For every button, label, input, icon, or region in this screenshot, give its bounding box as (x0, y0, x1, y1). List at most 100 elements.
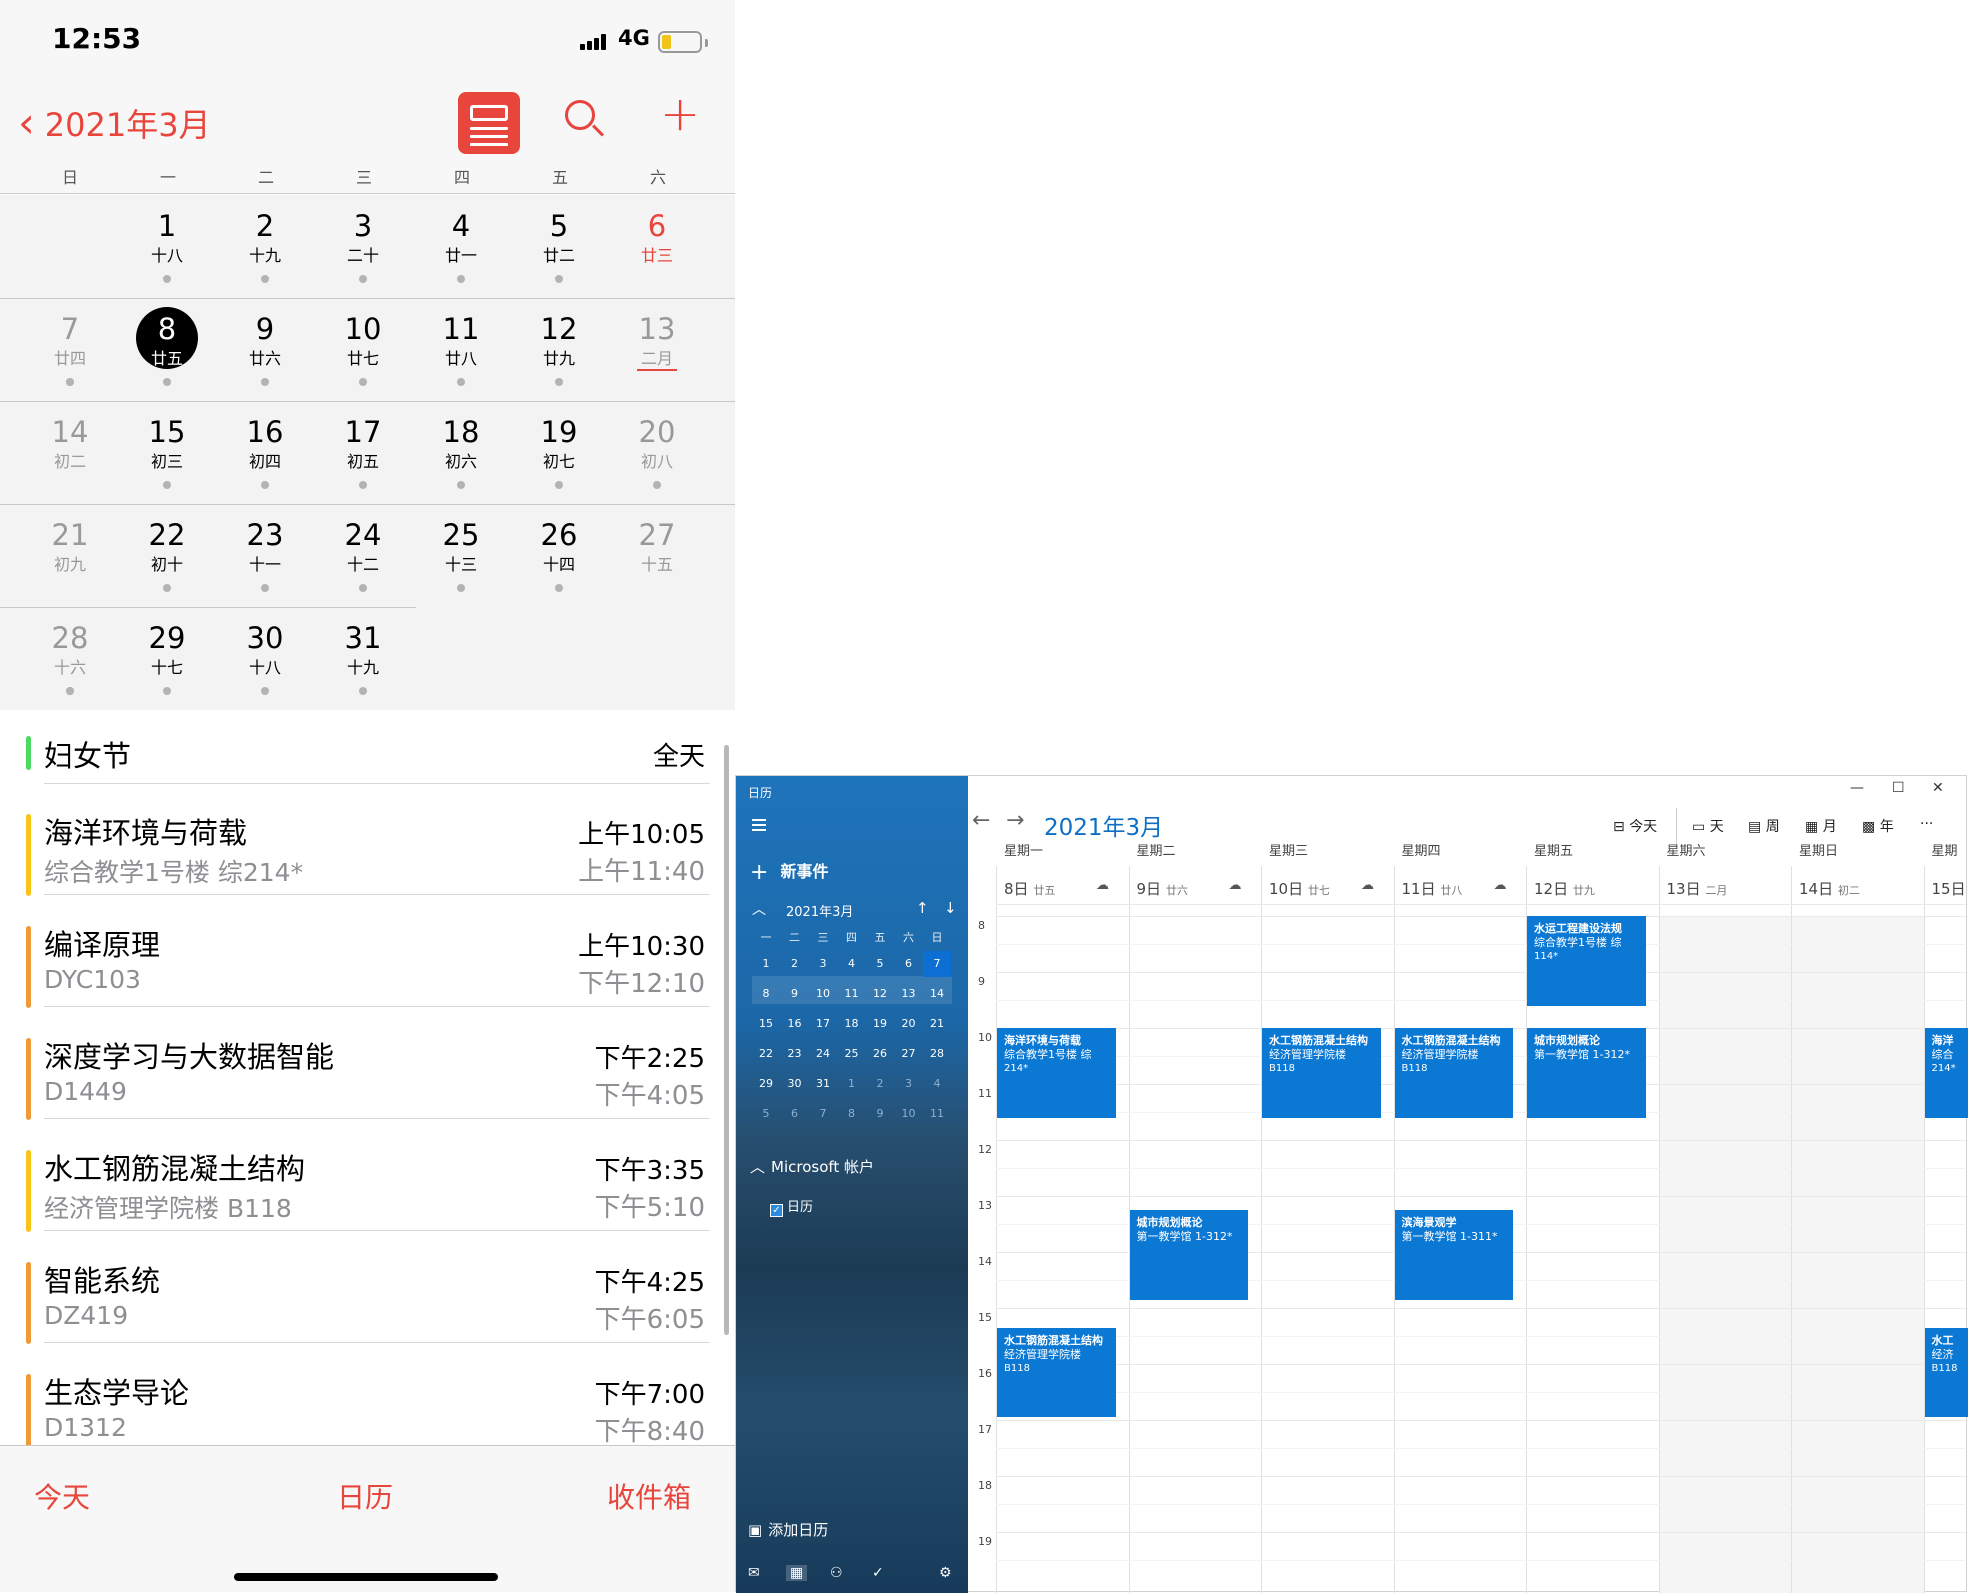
mini-day[interactable]: 29 (752, 1071, 780, 1097)
mini-day[interactable]: 19 (866, 1011, 894, 1037)
mini-day[interactable]: 30 (781, 1071, 809, 1097)
list-view-button[interactable] (458, 92, 520, 154)
day-cell[interactable]: 26 十四 (519, 504, 599, 607)
day-cell[interactable]: 8 廿五 (127, 298, 207, 401)
calendar-event[interactable]: 水工 经济 B118 (1924, 1327, 1968, 1418)
mini-day[interactable]: 27 (895, 1041, 923, 1067)
mini-day[interactable]: 10 (895, 1101, 923, 1127)
day-cell[interactable]: 20 初八 (617, 401, 697, 504)
day-date[interactable]: 10日 廿七 (1269, 878, 1330, 899)
add-calendar-button[interactable]: ▣ 添加日历 (748, 1519, 828, 1540)
day-cell[interactable]: 22 初十 (127, 504, 207, 607)
mini-day[interactable]: 25 (838, 1041, 866, 1067)
mini-day[interactable]: 14 (923, 981, 951, 1007)
mini-day[interactable]: 5 (752, 1101, 780, 1127)
mini-day[interactable]: 11 (923, 1101, 951, 1127)
day-date[interactable]: 15日 (1932, 878, 1966, 899)
people-icon[interactable]: ⚇ (830, 1565, 843, 1581)
mini-day[interactable]: 31 (809, 1071, 837, 1097)
day-cell[interactable]: 25 十三 (421, 504, 501, 607)
scroll-indicator[interactable] (724, 745, 729, 1335)
day-cell[interactable]: 10 廿七 (323, 298, 403, 401)
more-button[interactable]: ··· (1920, 816, 1933, 832)
arrow-up-icon[interactable]: ↑ (916, 899, 929, 917)
day-cell[interactable]: 2 十九 (225, 195, 305, 298)
day-cell[interactable]: 30 十八 (225, 607, 305, 710)
event-row[interactable]: 深度学习与大数据智能 D1449 下午2:25 下午4:05 (26, 1034, 710, 1124)
mini-day[interactable]: 22 (752, 1041, 780, 1067)
mini-day[interactable]: 3 (809, 951, 837, 977)
mini-day[interactable]: 2 (781, 951, 809, 977)
mini-day[interactable]: 28 (923, 1041, 951, 1067)
week-view-button[interactable]: ▤ 周 (1748, 816, 1780, 836)
calendar-event[interactable]: 水工钢筋混凝土结构 经济管理学院楼 B118 (997, 1327, 1116, 1418)
event-row[interactable]: 水工钢筋混凝土结构 经济管理学院楼 B118 下午3:35 下午5:10 (26, 1146, 710, 1236)
tab-calendar[interactable]: 日历 (337, 1476, 393, 1516)
chevron-up-icon[interactable]: ︿ (752, 899, 766, 919)
mini-day[interactable]: 9 (781, 981, 809, 1007)
back-button[interactable]: ‹ 2021年3月 (18, 100, 211, 146)
mini-day[interactable]: 4 (923, 1071, 951, 1097)
mini-day[interactable]: 18 (838, 1011, 866, 1037)
mini-day[interactable]: 23 (781, 1041, 809, 1067)
add-event-button[interactable]: + (660, 90, 700, 138)
mini-day[interactable]: 3 (895, 1071, 923, 1097)
event-row[interactable]: 海洋环境与荷载 综合教学1号楼 综214* 上午10:05 上午11:40 (26, 810, 710, 900)
mini-day[interactable]: 4 (838, 951, 866, 977)
new-event-button[interactable]: + 新事件 (750, 858, 828, 885)
day-view-button[interactable]: ▭ 天 (1692, 816, 1724, 836)
day-cell[interactable]: 21 初九 (30, 504, 110, 607)
day-cell[interactable]: 16 初四 (225, 401, 305, 504)
day-cell[interactable]: 15 初三 (127, 401, 207, 504)
maximize-button[interactable]: ☐ (1892, 780, 1905, 796)
mini-day[interactable]: 26 (866, 1041, 894, 1067)
mini-day[interactable]: 1 (752, 951, 780, 977)
day-cell[interactable]: 1 十八 (127, 195, 207, 298)
day-date[interactable]: 12日 廿九 (1534, 878, 1595, 899)
mail-icon[interactable]: ✉ (748, 1565, 760, 1581)
day-cell[interactable]: 24 十二 (323, 504, 403, 607)
day-cell[interactable]: 27 十五 (617, 504, 697, 607)
tab-inbox[interactable]: 收件箱 (607, 1476, 691, 1516)
mini-day[interactable]: 6 (781, 1101, 809, 1127)
calendar-event[interactable]: 水运工程建设法规 综合教学1号楼 综 114* (1527, 916, 1646, 1006)
mini-day[interactable]: 20 (895, 1011, 923, 1037)
day-cell[interactable]: 3 二十 (323, 195, 403, 298)
mini-day[interactable]: 9 (866, 1101, 894, 1127)
calendar-event[interactable]: 城市规划概论 第一教学馆 1-312* (1129, 1210, 1248, 1300)
account-header[interactable]: ︿ Microsoft 帐户 (750, 1156, 874, 1177)
day-cell[interactable]: 31 十九 (323, 607, 403, 710)
mini-day[interactable]: 2 (866, 1071, 894, 1097)
arrow-down-icon[interactable]: ↓ (944, 899, 957, 917)
mini-day[interactable]: 6 (895, 951, 923, 977)
settings-gear-icon[interactable]: ⚙ (939, 1565, 952, 1581)
mini-month-title[interactable]: 2021年3月 (786, 901, 853, 920)
mini-day[interactable]: 21 (923, 1011, 951, 1037)
minimize-button[interactable]: — (1850, 780, 1864, 796)
prev-arrow-icon[interactable]: ← (972, 808, 990, 833)
day-cell[interactable]: 9 廿六 (225, 298, 305, 401)
event-row[interactable]: 编译原理 DYC103 上午10:30 下午12:10 (26, 922, 710, 1012)
day-cell[interactable]: 18 初六 (421, 401, 501, 504)
day-cell[interactable]: 23 十一 (225, 504, 305, 607)
mini-day[interactable]: 15 (752, 1011, 780, 1037)
day-date[interactable]: 14日 初二 (1799, 878, 1860, 899)
day-date[interactable]: 8日 廿五 (1004, 878, 1055, 899)
calendar-checkbox[interactable]: ✓ 日历 (770, 1196, 813, 1217)
day-cell[interactable]: 28 十六 (30, 607, 110, 710)
day-cell[interactable]: 17 初五 (323, 401, 403, 504)
mini-day[interactable]: 12 (866, 981, 894, 1007)
calendar-event[interactable]: 城市规划概论 第一教学馆 1-312* (1527, 1028, 1646, 1118)
calendar-event[interactable]: 滨海景观学 第一教学馆 1-311* (1394, 1210, 1513, 1300)
day-date[interactable]: 9日 廿六 (1137, 878, 1188, 899)
close-button[interactable]: ✕ (1932, 780, 1944, 796)
day-date[interactable]: 11日 廿八 (1402, 878, 1463, 899)
todo-icon[interactable]: ✓ (872, 1565, 884, 1581)
day-cell[interactable]: 7 廿四 (30, 298, 110, 401)
day-cell[interactable]: 12 廿九 (519, 298, 599, 401)
day-cell[interactable]: 13 二月 (617, 298, 697, 401)
day-cell[interactable]: 6 廿三 (617, 195, 697, 298)
mini-day[interactable]: 8 (838, 1101, 866, 1127)
mini-day[interactable]: 7 (809, 1101, 837, 1127)
mini-day[interactable]: 17 (809, 1011, 837, 1037)
